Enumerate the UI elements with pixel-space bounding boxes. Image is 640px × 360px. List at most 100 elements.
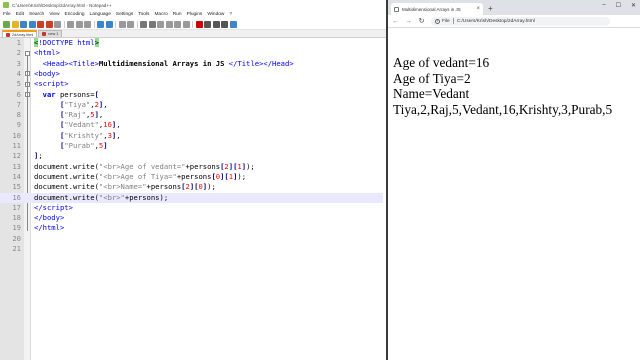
- code-line[interactable]: 2 <html>: [0, 48, 383, 58]
- code-line[interactable]: 21: [0, 244, 383, 254]
- close-window-icon[interactable]: ✕: [631, 2, 636, 9]
- indent-guide-icon[interactable]: [182, 20, 190, 28]
- show-all-chars-icon[interactable]: [174, 20, 181, 28]
- forward-arrow-icon[interactable]: →: [405, 18, 412, 25]
- editor-tab[interactable]: new 1: [38, 30, 63, 37]
- npp-toolbar: [0, 19, 386, 30]
- line-number: 18: [12, 213, 21, 223]
- zoom-out-icon[interactable]: [148, 20, 156, 28]
- menu-item-view[interactable]: View: [49, 12, 59, 17]
- code-line[interactable]: 5 <script>: [0, 79, 383, 89]
- address-scheme-label: File: [442, 18, 450, 24]
- address-bar[interactable]: i File C:/Users/Krish/Desktop/2dArray.ht…: [431, 16, 610, 26]
- code-text: <html>: [34, 48, 60, 58]
- print-icon[interactable]: [54, 20, 61, 28]
- line-number: 3: [16, 58, 21, 68]
- code-text: ["Krishty",3],: [59, 130, 121, 140]
- line-number: 8: [16, 110, 21, 120]
- line-number: 4: [16, 68, 21, 78]
- record-macro-icon[interactable]: [195, 20, 203, 28]
- code-text: </body>: [34, 213, 65, 223]
- code-text: document.write("<br>"+persons);: [34, 192, 169, 202]
- browser-tab[interactable]: Multidimensional Arrays in JS ×: [391, 3, 483, 15]
- code-line[interactable]: 19 </html>: [0, 223, 383, 233]
- menu-item-help[interactable]: ?: [229, 12, 232, 17]
- npp-title-bar: C:\Users\Krish\Desktop\2dArray.html - No…: [0, 0, 386, 10]
- close-all-icon[interactable]: [45, 20, 53, 28]
- menu-item-language[interactable]: Language: [90, 12, 111, 17]
- toolbar-separator: [63, 20, 65, 28]
- code-line[interactable]: 12];: [0, 151, 383, 161]
- menu-item-macro[interactable]: Macro: [154, 12, 167, 17]
- save-icon[interactable]: [20, 20, 27, 28]
- save-all-icon[interactable]: [28, 20, 36, 28]
- code-line[interactable]: 8 ["Raj",5],: [0, 110, 383, 120]
- code-line[interactable]: 20: [0, 234, 383, 244]
- menu-item-file[interactable]: File: [3, 12, 11, 17]
- menu-item-window[interactable]: Window: [207, 12, 224, 17]
- line-number: 16: [12, 192, 21, 202]
- new-tab-button[interactable]: +: [488, 4, 493, 13]
- minimize-icon[interactable]: –: [602, 2, 605, 9]
- undo-icon[interactable]: [97, 20, 104, 28]
- stop-macro-icon[interactable]: [204, 20, 211, 28]
- tab-close-icon[interactable]: ×: [476, 6, 480, 12]
- line-number: 15: [12, 182, 21, 192]
- menu-item-search[interactable]: Search: [29, 12, 44, 17]
- code-line[interactable]: 13 document.write("<br>Age of vedant="+pe…: [0, 162, 383, 172]
- code-line[interactable]: 18 </body>: [0, 213, 383, 223]
- play-macro-icon[interactable]: [212, 20, 220, 28]
- code-text: <!DOCTYPE html>: [34, 38, 99, 47]
- code-text: <script>: [34, 79, 69, 89]
- code-line[interactable]: 16 document.write("<br>"+persons);: [0, 192, 383, 203]
- code-text: <body>: [34, 68, 60, 78]
- redo-icon[interactable]: [105, 20, 113, 28]
- save-macro-icon[interactable]: [229, 20, 237, 28]
- address-url: C:/Users/Krish/Desktop/2dArray.html: [456, 18, 535, 24]
- line-number: 10: [12, 130, 21, 140]
- paste-icon[interactable]: [84, 20, 91, 28]
- code-editor[interactable]: 1 <!DOCTYPE html> 2 <html> 3 <Head><Title>Mu…: [0, 38, 386, 360]
- code-line[interactable]: 17 </script>: [0, 203, 383, 213]
- find-icon[interactable]: [118, 20, 126, 28]
- code-line[interactable]: 6 var persons=[: [0, 90, 383, 100]
- back-arrow-icon[interactable]: ←: [392, 18, 399, 25]
- open-file-icon[interactable]: [11, 20, 19, 28]
- code-line[interactable]: 9 ["Vedant",16],: [0, 120, 383, 130]
- menu-item-edit[interactable]: Edit: [16, 12, 24, 17]
- replace-icon[interactable]: [127, 20, 134, 28]
- menu-item-settings[interactable]: Settings: [116, 12, 133, 17]
- code-line[interactable]: 7 ["Tiya",2],: [0, 100, 383, 110]
- toolbar-separator: [93, 20, 95, 28]
- line-number: 14: [12, 171, 21, 181]
- code-line[interactable]: 3 <Head><Title>Multidimensional Arrays i…: [0, 59, 383, 69]
- menu-item-run[interactable]: Run: [173, 12, 182, 17]
- code-line[interactable]: 15 document.write("<br>Name="+persons[2][…: [0, 182, 383, 192]
- reload-icon[interactable]: ↻: [418, 17, 425, 25]
- word-wrap-icon[interactable]: [165, 20, 173, 28]
- new-file-icon[interactable]: [3, 20, 10, 28]
- code-line[interactable]: 11 ["Purab",5]: [0, 141, 383, 151]
- code-line[interactable]: 10 ["Krishty",3],: [0, 131, 383, 141]
- sync-scroll-icon[interactable]: [157, 20, 164, 28]
- code-text: var persons=[: [42, 89, 99, 99]
- close-file-icon[interactable]: [37, 20, 44, 28]
- line-number: 13: [12, 161, 21, 171]
- maximize-icon[interactable]: ☐: [616, 2, 621, 9]
- zoom-in-icon[interactable]: [140, 20, 147, 28]
- code-text: ["Vedant",16],: [59, 120, 121, 130]
- menu-item-tools[interactable]: Tools: [138, 12, 149, 17]
- page-content: Age of vedant=16 Age of Tiya=2 Name=Veda…: [388, 28, 640, 117]
- site-info-icon[interactable]: i: [435, 18, 440, 24]
- code-text: </script>: [34, 202, 73, 212]
- run-macro-multiple-icon[interactable]: [221, 20, 228, 28]
- output-line: Tiya,2,Raj,5,Vedant,16,Krishty,3,Purab,5: [393, 101, 613, 117]
- cut-icon[interactable]: [67, 20, 74, 28]
- copy-icon[interactable]: [75, 20, 83, 28]
- editor-tab[interactable]: 2dArray.html: [2, 30, 38, 37]
- menu-item-plugins[interactable]: Plugins: [187, 12, 203, 17]
- code-line[interactable]: 14 document.write("<br>Age of Tiya="+pers…: [0, 172, 383, 182]
- code-line[interactable]: 4 <body>: [0, 69, 383, 79]
- code-line[interactable]: 1 <!DOCTYPE html>: [0, 38, 383, 48]
- menu-item-encoding[interactable]: Encoding: [65, 12, 85, 17]
